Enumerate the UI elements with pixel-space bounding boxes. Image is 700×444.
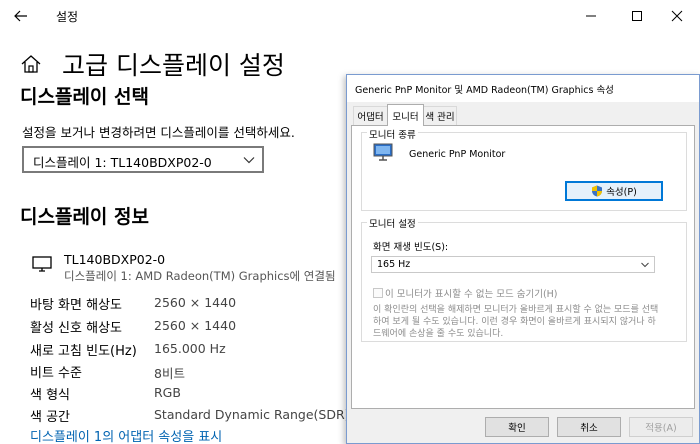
display-info-heading: 디스플레이 정보 bbox=[20, 206, 149, 228]
monitor-name: TL140BDXP02-0 bbox=[64, 252, 166, 267]
monitor-type-name: Generic PnP Monitor bbox=[409, 149, 506, 160]
hide-modes-checkbox-label: 이 모니터가 표시할 수 없는 모드 숨기기(H) bbox=[385, 289, 558, 300]
hide-modes-help-text: 이 확인란의 선택을 해제하면 모니터가 올바르게 표시할 수 없는 모드를 선… bbox=[373, 304, 669, 340]
close-button[interactable] bbox=[654, 0, 700, 32]
monitor-properties-button[interactable]: 속성(P) bbox=[565, 181, 663, 201]
page-title: 고급 디스플레이 설정 bbox=[62, 51, 285, 80]
settings-titlebar: 설정 bbox=[0, 0, 700, 32]
dialog-titlebar: Generic PnP Monitor 및 AMD Radeon(TM) Gra… bbox=[347, 75, 699, 102]
monitor-device-icon bbox=[373, 142, 393, 162]
refresh-rate-value: 165 Hz bbox=[377, 259, 411, 270]
chevron-down-icon bbox=[641, 262, 649, 268]
help-text-line: 하여 보게 될 수도 있습니다. 이런 경우 화면이 올바르게 표시되지 않거나… bbox=[373, 317, 656, 327]
monitor-connection: 디스플레이 1: AMD Radeon(TM) Graphics에 연결됨 bbox=[64, 269, 336, 283]
monitor-properties-label: 속성(P) bbox=[606, 187, 637, 198]
minimize-icon bbox=[586, 15, 596, 17]
home-icon[interactable] bbox=[20, 54, 42, 74]
info-value-desktop-resolution: 2560 × 1440 bbox=[154, 295, 237, 310]
help-text-line: 드웨어에 손상을 줄 수도 있습니다. bbox=[373, 329, 504, 339]
tab-color-management[interactable]: 색 관리 bbox=[423, 106, 457, 125]
info-label-bit-depth: 비트 수준 bbox=[30, 366, 82, 381]
help-text-line: 이 확인란의 선택을 해제하면 모니터가 올바르게 표시할 수 없는 모드를 선… bbox=[373, 305, 659, 315]
info-value-refresh-rate: 165.000 Hz bbox=[154, 341, 226, 356]
apply-button[interactable]: 적용(A) bbox=[629, 417, 693, 437]
select-display-description: 설정을 보거나 변경하려면 디스플레이를 선택하세요. bbox=[22, 125, 295, 140]
info-label-color-format: 색 형식 bbox=[30, 388, 71, 403]
monitor-settings-label: 모니터 설정 bbox=[367, 216, 418, 230]
minimize-button[interactable] bbox=[568, 0, 614, 32]
info-value-color-format: RGB bbox=[154, 385, 181, 400]
refresh-rate-label: 화면 재생 빈도(S): bbox=[373, 242, 449, 253]
adapter-properties-link[interactable]: 디스플레이 1의 어댑터 속성을 표시 bbox=[30, 426, 222, 444]
select-display-heading: 디스플레이 선택 bbox=[20, 86, 149, 108]
info-label-refresh-rate: 새로 고침 빈도(Hz) bbox=[30, 344, 137, 359]
ok-button[interactable]: 확인 bbox=[485, 417, 549, 437]
info-value-color-space: Standard Dynamic Range(SDR) bbox=[154, 407, 350, 422]
maximize-icon bbox=[632, 11, 642, 21]
hide-modes-checkbox[interactable] bbox=[373, 288, 383, 298]
display-select-value: 디스플레이 1: TL140BDXP02-0 bbox=[33, 155, 212, 170]
close-icon bbox=[671, 10, 683, 22]
info-label-desktop-resolution: 바탕 화면 해상도 bbox=[30, 298, 122, 313]
info-value-active-signal-resolution: 2560 × 1440 bbox=[154, 318, 237, 333]
monitor-type-label: 모니터 종류 bbox=[367, 127, 418, 141]
tab-adapter[interactable]: 어댑터 bbox=[353, 106, 388, 125]
chevron-down-icon bbox=[243, 157, 255, 164]
cancel-button[interactable]: 취소 bbox=[557, 417, 621, 437]
info-label-color-space: 색 공간 bbox=[30, 410, 71, 425]
properties-dialog: Generic PnP Monitor 및 AMD Radeon(TM) Gra… bbox=[346, 74, 700, 444]
display-select-dropdown[interactable]: 디스플레이 1: TL140BDXP02-0 bbox=[22, 146, 264, 173]
dialog-title: Generic PnP Monitor 및 AMD Radeon(TM) Gra… bbox=[355, 85, 614, 96]
monitor-icon bbox=[32, 256, 52, 272]
refresh-rate-dropdown[interactable]: 165 Hz bbox=[371, 256, 655, 273]
info-value-bit-depth: 8비트 bbox=[154, 366, 185, 381]
info-label-active-signal-resolution: 활성 신호 해상도 bbox=[30, 321, 122, 336]
back-arrow-icon[interactable] bbox=[10, 5, 32, 27]
uac-shield-icon bbox=[592, 185, 603, 197]
window-title: 설정 bbox=[56, 10, 79, 24]
tab-monitor[interactable]: 모니터 bbox=[387, 104, 424, 126]
